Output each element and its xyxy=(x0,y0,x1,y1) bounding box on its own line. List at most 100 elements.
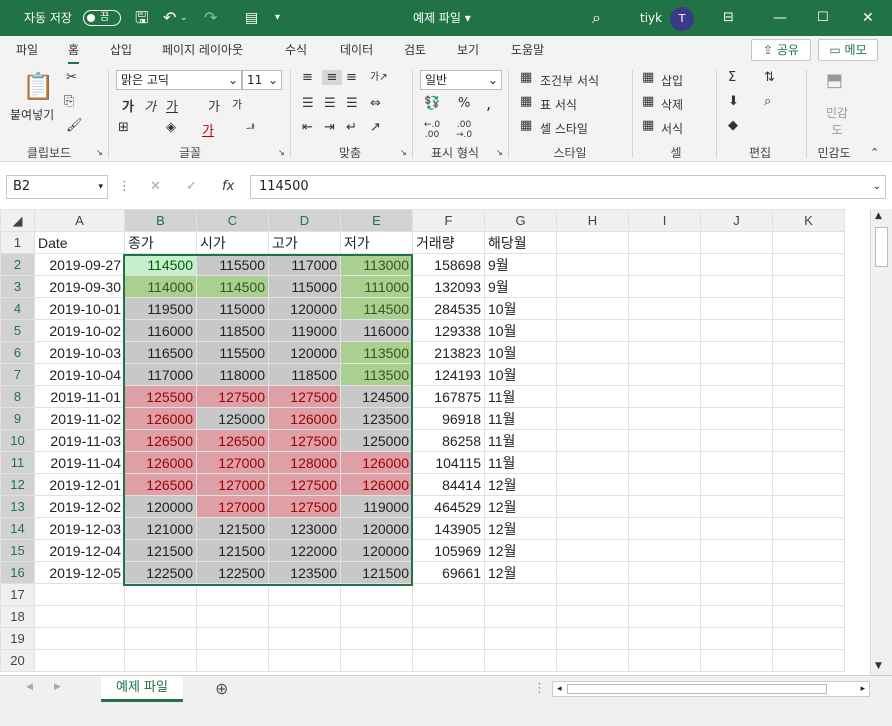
table-cell[interactable]: 9월 xyxy=(484,253,557,276)
table-cell[interactable] xyxy=(772,605,845,628)
shrink-font-icon[interactable]: 가 xyxy=(232,96,242,112)
row-header[interactable]: 16 xyxy=(0,561,35,584)
table-cell[interactable] xyxy=(628,231,701,254)
table-cell[interactable] xyxy=(124,649,197,672)
paste-icon[interactable]: 📋 xyxy=(22,72,54,102)
table-cell[interactable] xyxy=(556,649,629,672)
table-cell[interactable] xyxy=(772,297,845,320)
insert-cells-icon[interactable]: ▦ xyxy=(642,70,654,85)
table-cell[interactable]: 2019-12-04 xyxy=(34,539,125,562)
autosave-toggle[interactable]: 끔 xyxy=(83,10,121,26)
increase-indent-icon[interactable]: ⇥ xyxy=(324,120,335,135)
row-header[interactable]: 17 xyxy=(0,583,35,606)
table-cell[interactable]: 284535 xyxy=(412,297,485,320)
table-cell[interactable] xyxy=(628,297,701,320)
minimize-icon[interactable]: — xyxy=(773,0,787,36)
table-cell[interactable] xyxy=(556,627,629,650)
row-header[interactable]: 3 xyxy=(0,275,35,298)
table-cell[interactable] xyxy=(700,407,773,430)
table-cell[interactable]: 10월 xyxy=(484,363,557,386)
table-format-button[interactable]: 표 서식 xyxy=(540,96,577,113)
table-cell[interactable] xyxy=(628,495,701,518)
table-cell[interactable]: 115500 xyxy=(196,341,269,364)
row-header[interactable]: 4 xyxy=(0,297,35,320)
table-cell[interactable] xyxy=(772,341,845,364)
table-cell[interactable] xyxy=(412,605,485,628)
splitter-icon[interactable]: ⋮ xyxy=(533,681,546,696)
table-cell[interactable]: 113000 xyxy=(340,253,413,276)
ribbon-display-icon[interactable]: ⊟ xyxy=(723,0,734,36)
table-cell[interactable]: 113500 xyxy=(340,341,413,364)
table-cell[interactable]: 126000 xyxy=(340,473,413,496)
table-cell[interactable]: 69661 xyxy=(412,561,485,584)
table-cell[interactable] xyxy=(700,539,773,562)
close-icon[interactable]: ✕ xyxy=(862,0,874,36)
table-cell[interactable]: 125500 xyxy=(124,385,197,408)
table-cell[interactable] xyxy=(628,385,701,408)
column-header[interactable]: D xyxy=(268,209,341,232)
table-cell[interactable] xyxy=(772,363,845,386)
table-cell[interactable] xyxy=(772,231,845,254)
tab-home[interactable]: 홈 xyxy=(68,36,80,64)
table-cell[interactable]: 12월 xyxy=(484,539,557,562)
row-header[interactable]: 14 xyxy=(0,517,35,540)
select-all-corner[interactable]: ◢ xyxy=(0,209,35,232)
table-cell[interactable] xyxy=(556,275,629,298)
table-cell[interactable] xyxy=(196,583,269,606)
header-cell[interactable]: 종가 xyxy=(124,231,197,254)
column-header[interactable]: K xyxy=(772,209,845,232)
table-cell[interactable]: 116500 xyxy=(124,341,197,364)
column-header[interactable]: H xyxy=(556,209,629,232)
table-cell[interactable] xyxy=(700,451,773,474)
table-cell[interactable]: 127500 xyxy=(268,473,341,496)
phonetic-icon[interactable]: ᅫ xyxy=(246,120,255,135)
table-cell[interactable] xyxy=(556,495,629,518)
column-header[interactable]: A xyxy=(34,209,125,232)
cell-style-icon[interactable]: ▦ xyxy=(520,118,532,133)
table-cell[interactable] xyxy=(556,231,629,254)
table-cell[interactable]: 105969 xyxy=(412,539,485,562)
table-cell[interactable]: 126000 xyxy=(340,451,413,474)
table-cell[interactable] xyxy=(700,385,773,408)
column-header[interactable]: B xyxy=(124,209,197,232)
scroll-thumb[interactable] xyxy=(875,227,888,267)
align-bottom-icon[interactable]: ≡ xyxy=(346,70,357,85)
table-cell[interactable] xyxy=(340,605,413,628)
row-header[interactable]: 18 xyxy=(0,605,35,628)
table-cell[interactable] xyxy=(196,627,269,650)
table-cell[interactable]: 2019-09-27 xyxy=(34,253,125,276)
search-icon[interactable]: ⌕ xyxy=(592,0,601,36)
table-cell[interactable]: 118000 xyxy=(196,363,269,386)
scroll-thumb[interactable] xyxy=(567,684,827,694)
table-cell[interactable]: 117000 xyxy=(268,253,341,276)
table-cell[interactable] xyxy=(556,605,629,628)
table-cell[interactable]: 122000 xyxy=(268,539,341,562)
table-cell[interactable] xyxy=(412,649,485,672)
table-cell[interactable]: 104115 xyxy=(412,451,485,474)
table-cell[interactable]: 10월 xyxy=(484,341,557,364)
format-cells-icon[interactable]: ▦ xyxy=(642,118,654,133)
table-cell[interactable]: 120000 xyxy=(124,495,197,518)
font-name-combo[interactable]: 맑은 고딕 ⌄ xyxy=(116,70,242,90)
table-cell[interactable]: 2019-10-04 xyxy=(34,363,125,386)
comma-style-icon[interactable]: , xyxy=(486,94,491,113)
save-icon[interactable]: 🖫 xyxy=(135,0,149,36)
table-cell[interactable]: 127500 xyxy=(268,385,341,408)
table-cell[interactable] xyxy=(628,649,701,672)
table-cell[interactable] xyxy=(700,649,773,672)
delete-cells-icon[interactable]: ▦ xyxy=(642,94,654,109)
format-cells-button[interactable]: 서식 xyxy=(661,120,683,137)
table-cell[interactable]: 9월 xyxy=(484,275,557,298)
table-cell[interactable] xyxy=(628,407,701,430)
table-cell[interactable] xyxy=(700,253,773,276)
number-launcher-icon[interactable]: ↘ xyxy=(496,148,503,157)
table-cell[interactable]: 121500 xyxy=(196,539,269,562)
table-cell[interactable]: 114000 xyxy=(124,275,197,298)
table-cell[interactable]: 111000 xyxy=(340,275,413,298)
table-cell[interactable] xyxy=(628,429,701,452)
table-cell[interactable] xyxy=(556,517,629,540)
table-cell[interactable] xyxy=(700,341,773,364)
table-cell[interactable]: 10월 xyxy=(484,319,557,342)
row-header[interactable]: 9 xyxy=(0,407,35,430)
table-cell[interactable] xyxy=(484,605,557,628)
